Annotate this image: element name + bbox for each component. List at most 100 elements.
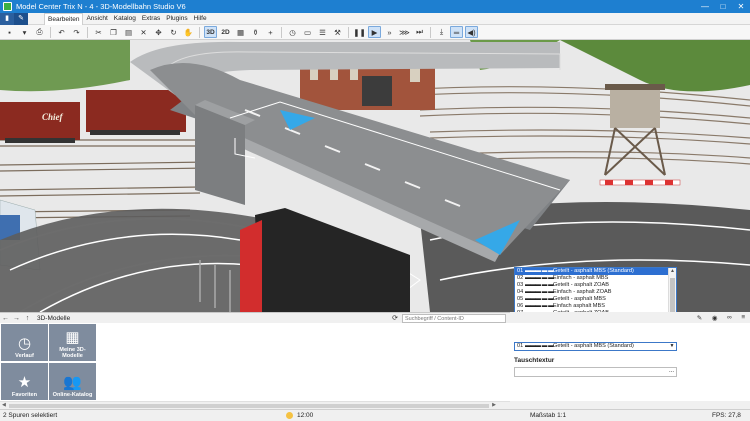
option-pattern: ▬▬▬ ▬ ▬: [525, 268, 554, 274]
undo-icon[interactable]: ↶: [55, 26, 68, 38]
menu-hilfe[interactable]: Hilfe: [191, 13, 210, 25]
menu-icon[interactable]: ≡: [741, 314, 745, 321]
pencil-icon: ✎: [14, 12, 28, 25]
bottle-icon[interactable]: ⚱: [249, 26, 262, 38]
track-style-dropdown-list[interactable]: 01 ▬▬▬ ▬ ▬ Geteilt - asphalt MBS (Standard…: [514, 267, 677, 312]
faster-icon[interactable]: ⋙: [398, 26, 411, 38]
move-icon[interactable]: ✥: [152, 26, 165, 38]
star-icon: ★: [17, 374, 32, 391]
dropdown-option[interactable]: 07▬▬▬ ▬ ▬Geteilt - asphalt ZOAB: [515, 310, 676, 312]
cut-icon[interactable]: ✂: [92, 26, 105, 38]
hscroll-thumb[interactable]: [9, 404, 489, 408]
copy-icon[interactable]: ❐: [107, 26, 120, 38]
up-arrow-icon[interactable]: ↑: [22, 315, 33, 322]
time-display: 12:00: [297, 412, 314, 419]
dropdown-option[interactable]: 05 ▬▬▬ ▬ ▬ Geteilt - asphalt MBS: [515, 296, 676, 303]
save-icon[interactable]: ▪: [3, 26, 16, 38]
fast-forward-icon[interactable]: »: [383, 26, 396, 38]
tool-icon[interactable]: ⚒: [331, 26, 344, 38]
option-label: Geteilt - asphalt MBS: [553, 296, 606, 302]
scroll-thumb[interactable]: [670, 278, 675, 312]
view-2d-button[interactable]: 2D: [219, 26, 232, 38]
svg-text:Chief: Chief: [42, 112, 64, 122]
dropdown-option[interactable]: 02 ▬▬▬ ▬ ▬ Einfach - asphalt MBS: [515, 275, 676, 282]
track-icon[interactable]: ═: [450, 26, 463, 38]
minimize-button[interactable]: —: [696, 2, 714, 11]
pause-icon[interactable]: ❚❚: [353, 26, 366, 38]
scroll-up-icon[interactable]: ▲: [669, 268, 676, 276]
link-icon[interactable]: ∞: [727, 314, 732, 321]
maximize-button[interactable]: □: [714, 2, 732, 11]
plus-icon[interactable]: +: [264, 26, 277, 38]
clock-icon[interactable]: ◷: [286, 26, 299, 38]
menu-plugins[interactable]: Plugins: [163, 13, 190, 25]
play-icon[interactable]: ▶: [368, 26, 381, 38]
option-num: 03: [517, 282, 524, 288]
scroll-right-icon[interactable]: ▶: [492, 402, 496, 408]
dropdown-option[interactable]: 01 ▬▬▬ ▬ ▬ Geteilt - asphalt MBS (Standard…: [515, 268, 676, 275]
people-icon: 👥: [63, 374, 82, 391]
toolbar-separator: [87, 26, 88, 38]
toolbar-separator: [50, 26, 51, 38]
scale-display: Maßstab 1:1: [530, 412, 567, 419]
download-icon[interactable]: ⤓: [435, 26, 448, 38]
option-num: 05: [517, 296, 524, 302]
skip-end-icon[interactable]: ⏭: [413, 26, 426, 38]
3d-viewport[interactable]: Chief 01 ▬▬▬ ▬ ▬ Geteilt - asphalt MBS (…: [0, 40, 750, 312]
back-arrow-icon[interactable]: ←: [0, 315, 11, 322]
eye-icon[interactable]: ◉: [712, 314, 718, 322]
texture-input[interactable]: ...: [514, 367, 677, 377]
menu-extras[interactable]: Extras: [139, 13, 163, 25]
dropdown-arrow-icon[interactable]: ▾: [18, 26, 31, 38]
rotate-icon[interactable]: ↻: [167, 26, 180, 38]
option-label: Einfach - asphalt ZOAB: [553, 289, 612, 295]
delete-icon[interactable]: ✕: [137, 26, 150, 38]
toolbar: ▪ ▾ ⎙ ↶ ↷ ✂ ❐ ▤ ✕ ✥ ↻ ✋ 3D 2D ▦ ⚱ + ◷ ▭ …: [0, 25, 750, 40]
option-pattern: ▬▬▬ ▬ ▬: [525, 310, 554, 312]
catalog-header: ← → ↑ 3D-Modelle ⟳ Suchbegriff / Content…: [0, 312, 510, 323]
sun-icon: [286, 412, 293, 419]
tile-meine-3d-modelle[interactable]: ▦ Meine 3D-Modelle: [49, 324, 96, 361]
option-pattern: ▬▬▬ ▬ ▬: [525, 282, 554, 288]
tile-online-katalog[interactable]: 👥 Online-Katalog: [49, 363, 96, 400]
print-icon[interactable]: ⎙: [33, 26, 46, 38]
option-num: 02: [517, 275, 524, 281]
forward-arrow-icon[interactable]: →: [11, 315, 22, 322]
menu-bar: ▮ ✎ Bearbeiten Ansicht Katalog Extras Pl…: [0, 12, 750, 25]
catalog-tiles: ◷ Verlauf ▦ Meine 3D-Modelle ★ Favoriten…: [0, 323, 510, 401]
dropdown-scrollbar[interactable]: ▲: [668, 268, 676, 312]
dropdown-option[interactable]: 03 ▬▬▬ ▬ ▬ Geteilt - asphalt ZOAB: [515, 282, 676, 289]
dropdown-option[interactable]: 04 ▬▬▬ ▬ ▬ Einfach - asphalt ZOAB: [515, 289, 676, 296]
catalog-hscrollbar[interactable]: ◀ ▶: [0, 401, 510, 409]
properties-toolbar: ✎ ◉ ∞ ≡: [692, 312, 750, 323]
document-icon[interactable]: ▭: [301, 26, 314, 38]
grab-icon[interactable]: ✋: [182, 26, 195, 38]
view-3d-button[interactable]: 3D: [204, 26, 217, 38]
title-bar: Model Center Trix N - 4 - 3D-Modellbahn …: [0, 0, 750, 13]
menu-bearbeiten[interactable]: Bearbeiten: [44, 12, 84, 25]
fps-display: FPS: 27,8: [712, 412, 741, 419]
menu-ansicht[interactable]: Ansicht: [83, 13, 110, 25]
toolbar-separator: [430, 26, 431, 38]
pin-icon[interactable]: ✎: [697, 314, 702, 322]
catalog-search-input[interactable]: Suchbegriff / Content-ID: [402, 313, 506, 323]
menu-katalog[interactable]: Katalog: [111, 13, 139, 25]
option-pattern: ▬▬▬ ▬ ▬: [525, 275, 554, 281]
option-pattern: ▬▬▬ ▬ ▬: [525, 296, 554, 302]
track-style-select[interactable]: 01 ▬▬▬ ▬ ▬ Geteilt - asphalt MBS (Standa…: [514, 342, 677, 351]
option-pattern: ▬▬▬ ▬ ▬: [525, 289, 554, 295]
sound-icon[interactable]: ◀): [465, 26, 478, 38]
scroll-left-icon[interactable]: ◀: [2, 402, 6, 408]
app-icon: [3, 2, 12, 11]
tile-favoriten[interactable]: ★ Favoriten: [1, 363, 48, 400]
file-menu[interactable]: ▮ ✎: [0, 12, 44, 25]
dropdown-option[interactable]: 06 ▬▬▬ ▬ ▬ Einfach asphalt MBS: [515, 303, 676, 310]
refresh-icon[interactable]: ⟳: [392, 314, 398, 322]
paste-icon[interactable]: ▤: [122, 26, 135, 38]
close-button[interactable]: ✕: [732, 2, 750, 11]
redo-icon[interactable]: ↷: [70, 26, 83, 38]
tile-verlauf[interactable]: ◷ Verlauf: [1, 324, 48, 361]
list-icon[interactable]: ☰: [316, 26, 329, 38]
browse-button[interactable]: ...: [669, 368, 674, 374]
grid-icon[interactable]: ▦: [234, 26, 247, 38]
